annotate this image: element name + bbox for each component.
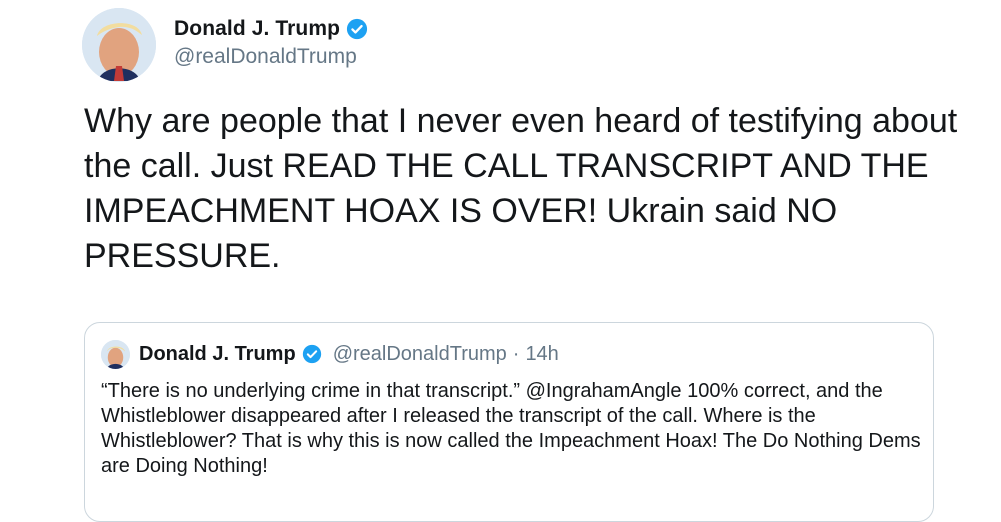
author-handle[interactable]: @realDonaldTrump xyxy=(174,45,368,69)
quoted-header-separator: · xyxy=(512,342,520,365)
author-display-name[interactable]: Donald J. Trump xyxy=(174,17,340,41)
verified-badge-icon xyxy=(346,18,368,40)
quoted-author-handle[interactable]: @realDonaldTrump xyxy=(333,343,507,366)
tweet-card: Donald J. Trump @realDonaldTrump Why are… xyxy=(0,0,1001,522)
quoted-tweet-time[interactable]: 14h xyxy=(525,343,558,366)
quoted-tweet[interactable]: Donald J. Trump @realDonaldTrump · 14h “… xyxy=(84,322,934,522)
quoted-verified-badge-icon xyxy=(302,344,321,364)
author-avatar[interactable] xyxy=(82,8,156,82)
quoted-author-avatar[interactable] xyxy=(101,339,130,369)
quoted-author-display-name[interactable]: Donald J. Trump xyxy=(139,343,296,366)
quoted-tweet-text: “There is no underlying crime in that tr… xyxy=(101,380,921,477)
tweet-text: Why are people that I never even heard o… xyxy=(84,102,958,275)
quoted-tweet-header: Donald J. Trump @realDonaldTrump · 14h xyxy=(101,339,559,369)
tweet-author: Donald J. Trump @realDonaldTrump xyxy=(174,14,368,69)
author-name-row: Donald J. Trump xyxy=(174,14,368,44)
